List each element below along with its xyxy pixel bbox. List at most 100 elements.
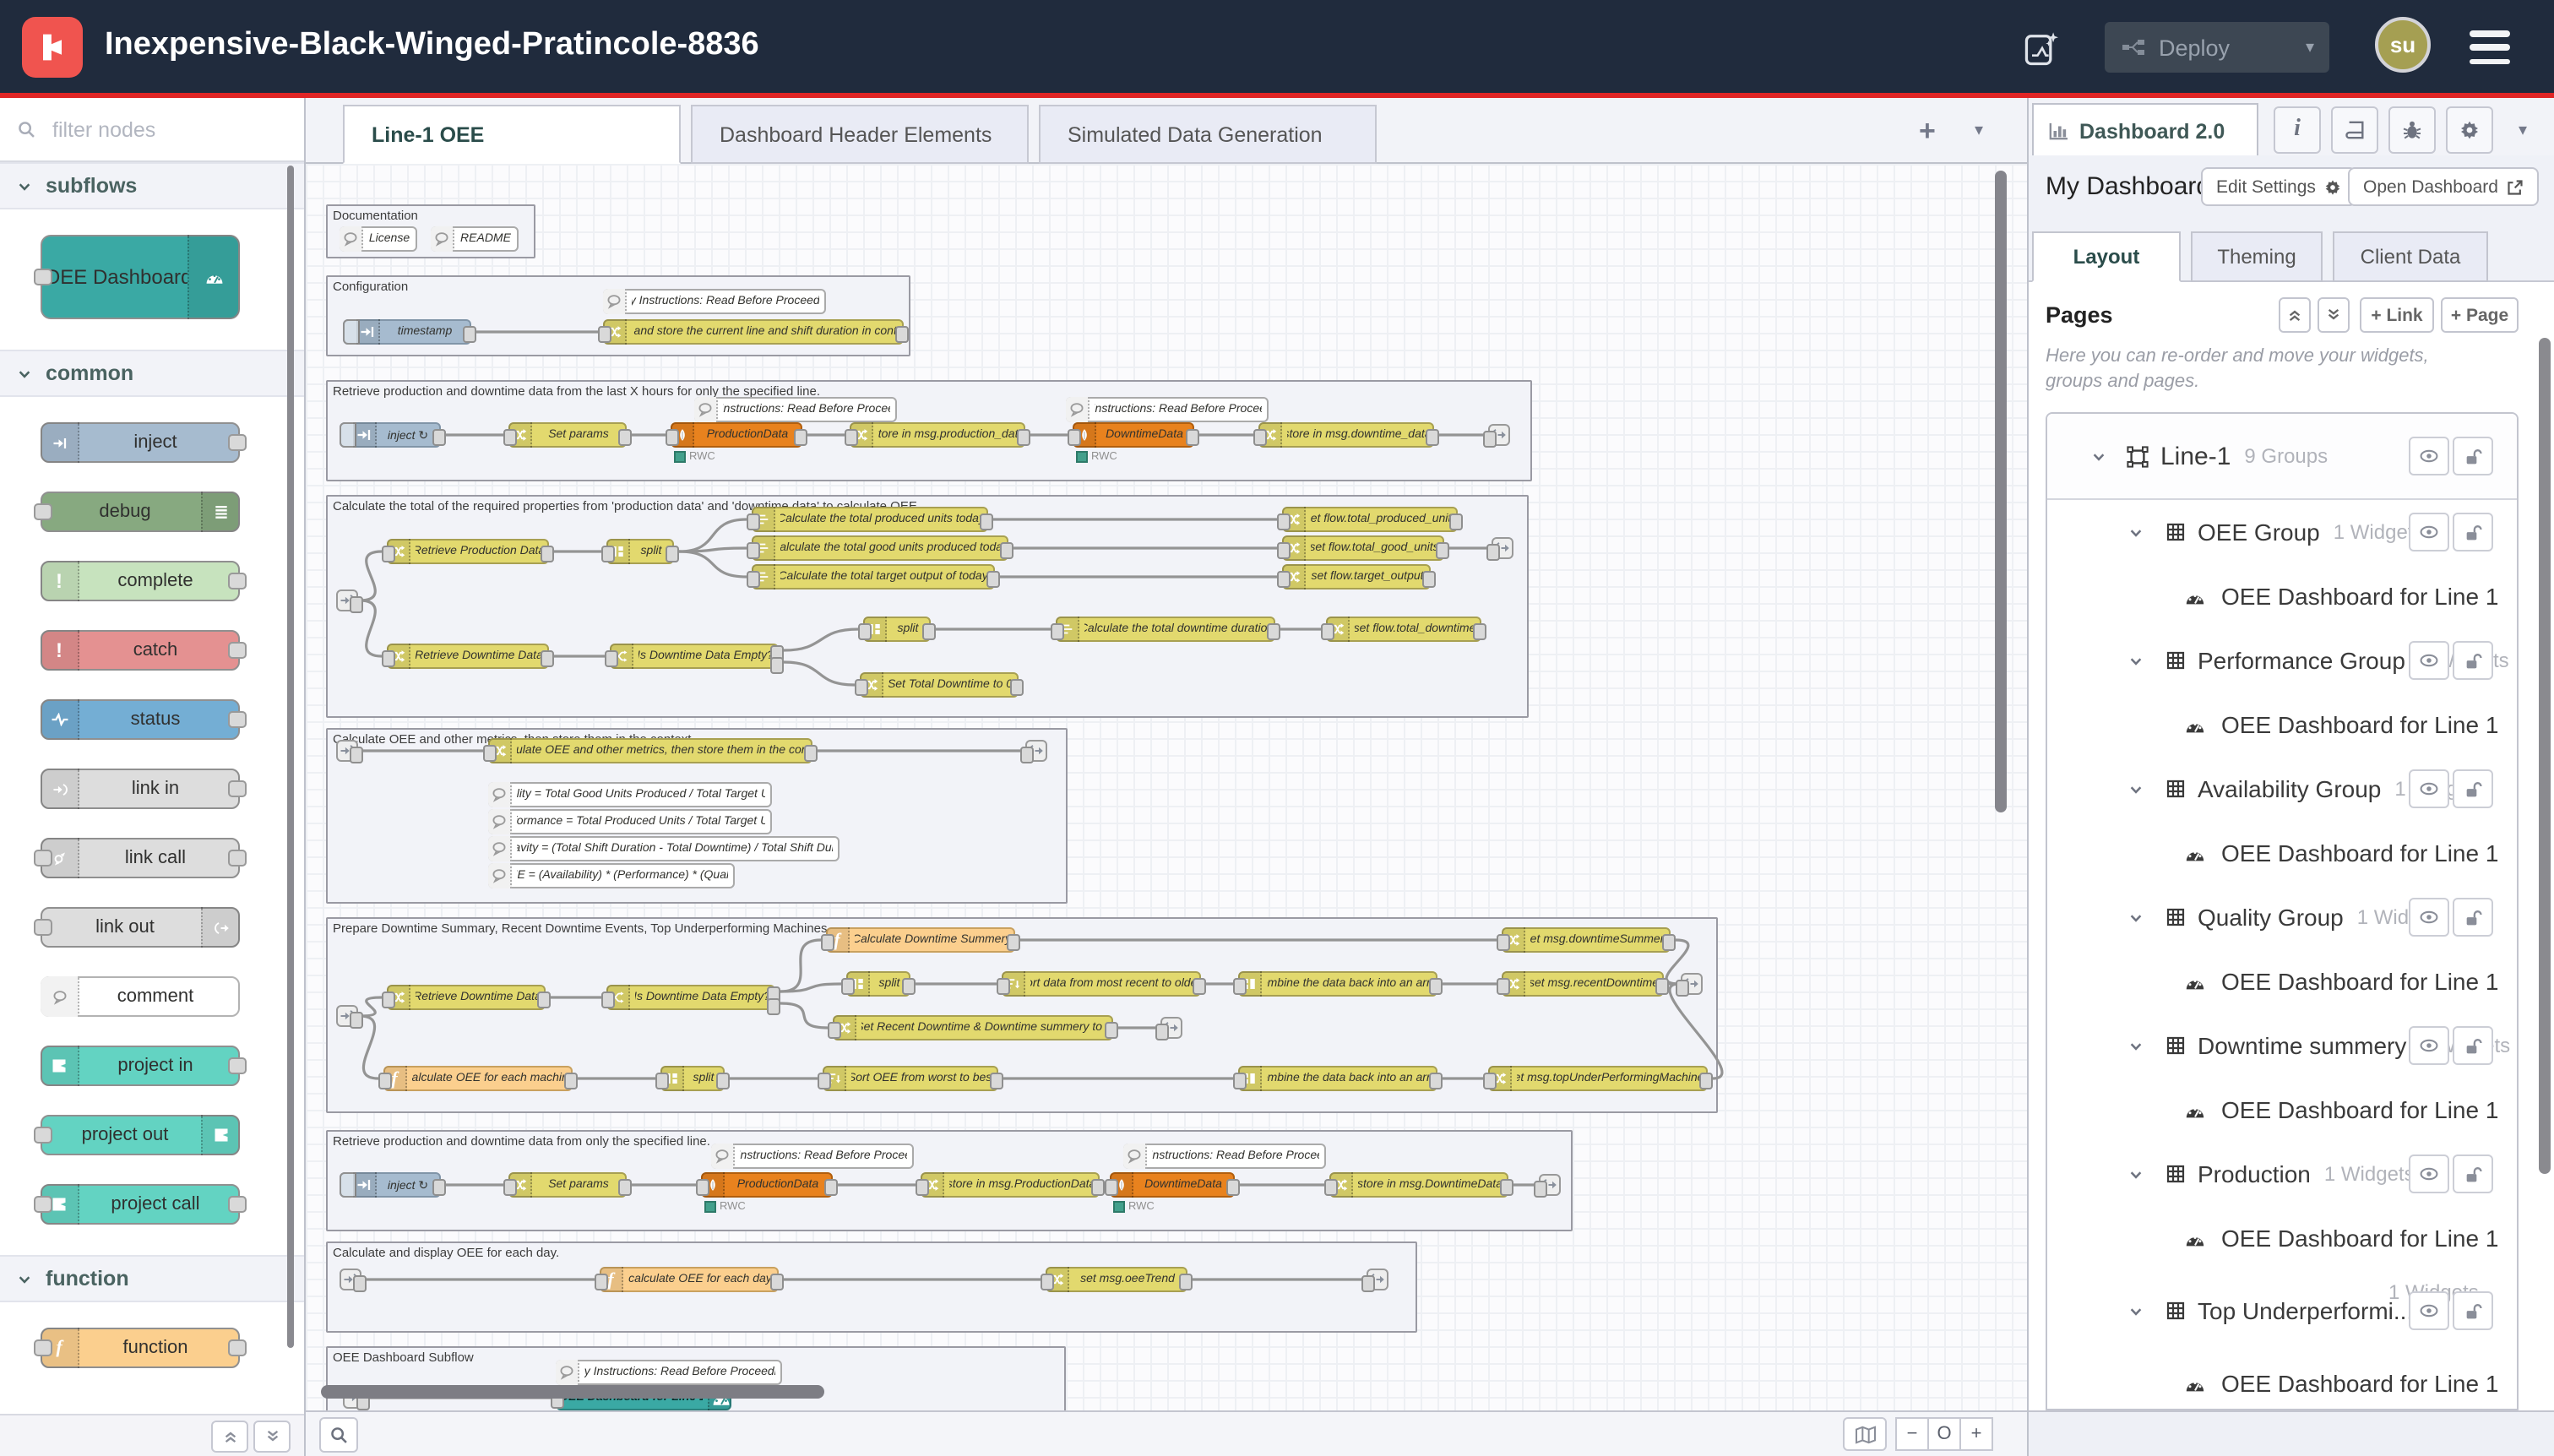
node-output-port[interactable] bbox=[980, 513, 993, 530]
node-output-port[interactable] bbox=[618, 429, 632, 446]
tree-group-row-top-underperformi[interactable]: Top Underperformi...1 Widgets bbox=[2047, 1270, 2517, 1351]
link-out-node[interactable] bbox=[1492, 537, 1513, 559]
tree-group-row-production[interactable]: Production1 Widgets bbox=[2047, 1142, 2517, 1206]
link-port[interactable] bbox=[1486, 544, 1500, 561]
change-node[interactable]: Set Total Downtime to 0 bbox=[860, 672, 1019, 698]
change-node[interactable]: Set Recent Downtime & Downtime summery t… bbox=[833, 1015, 1113, 1040]
node-input-port[interactable] bbox=[1324, 1179, 1338, 1196]
node-input-port[interactable] bbox=[855, 679, 868, 696]
node-output-port[interactable] bbox=[1429, 1073, 1443, 1089]
link-port[interactable] bbox=[353, 1275, 367, 1292]
node-output-port[interactable] bbox=[1091, 1179, 1105, 1196]
visibility-eye-icon[interactable] bbox=[2409, 1291, 2449, 1330]
node-output-port[interactable] bbox=[1179, 1274, 1193, 1290]
node-output-port[interactable] bbox=[716, 1073, 730, 1089]
node-input-port[interactable] bbox=[916, 1179, 929, 1196]
node-output-port[interactable] bbox=[1662, 934, 1676, 951]
visibility-eye-icon[interactable] bbox=[2409, 1026, 2449, 1065]
ai-assistant-icon[interactable] bbox=[2017, 24, 2068, 74]
node-input-port[interactable] bbox=[747, 513, 760, 530]
change-node[interactable]: set msg.recentDowntime bbox=[1502, 971, 1664, 997]
link-port[interactable] bbox=[1676, 980, 1689, 997]
flow-tab-line-1-oee[interactable]: Line-1 OEE bbox=[343, 105, 681, 164]
db-node[interactable]: DowntimeData bbox=[1073, 422, 1194, 448]
node-input-port[interactable] bbox=[1253, 429, 1267, 446]
inject-node[interactable]: inject ↻ bbox=[340, 1172, 441, 1198]
comment-node[interactable]: Performance = Total Produced Units / Tot… bbox=[488, 809, 772, 834]
node-output-port[interactable] bbox=[895, 326, 909, 343]
palette-section-common[interactable]: common bbox=[0, 350, 304, 397]
minimap-button[interactable] bbox=[1843, 1417, 1887, 1451]
expand-all-button[interactable] bbox=[2318, 297, 2350, 333]
comment-node[interactable]: OEE = (Availability) * (Performance) * (… bbox=[488, 863, 735, 888]
comment-node[interactable]: Key Instructions: Read Before Proceeding bbox=[694, 397, 897, 422]
node-output-port[interactable] bbox=[541, 650, 554, 667]
visibility-eye-icon[interactable] bbox=[2409, 1154, 2449, 1193]
flow-group-calculate-and-display-oee-for-each-day[interactable]: Calculate and display OEE for each day. bbox=[326, 1241, 1417, 1333]
help-book-icon[interactable] bbox=[2331, 106, 2378, 154]
node-output-port[interactable] bbox=[1017, 429, 1030, 446]
unlock-icon[interactable] bbox=[2453, 641, 2493, 680]
palette-filter[interactable] bbox=[0, 98, 304, 162]
tree-widget-row[interactable]: OEE Dashboard for Line 1 bbox=[2047, 1206, 2517, 1270]
node-output-port[interactable] bbox=[1226, 1179, 1240, 1196]
node-input-port[interactable] bbox=[747, 571, 760, 588]
sidebar-subtab-layout[interactable]: Layout bbox=[2032, 231, 2181, 282]
tree-group-row-performance-group[interactable]: Performance Group1 Widgets bbox=[2047, 628, 2517, 693]
node-input-port[interactable] bbox=[483, 745, 497, 762]
node-input-port[interactable] bbox=[34, 503, 52, 520]
zoom-in-button[interactable]: + bbox=[1959, 1417, 1993, 1451]
canvas-horizontal-scrollbar[interactable] bbox=[321, 1385, 824, 1399]
link-port[interactable] bbox=[350, 596, 363, 613]
user-avatar[interactable]: su bbox=[2375, 17, 2431, 73]
node-output-port[interactable] bbox=[1699, 1073, 1713, 1089]
node-output-port[interactable] bbox=[228, 1196, 247, 1213]
node-input-port[interactable] bbox=[997, 978, 1010, 995]
node-output-port[interactable] bbox=[228, 434, 247, 451]
node-output-port[interactable] bbox=[1655, 978, 1669, 995]
palette-scrollbar[interactable] bbox=[287, 166, 294, 1348]
link-out-node[interactable] bbox=[1025, 740, 1047, 762]
node-input-port[interactable] bbox=[503, 429, 517, 446]
node-output-port[interactable] bbox=[1449, 513, 1463, 530]
palette-node-project-in[interactable]: project in bbox=[41, 1046, 240, 1086]
node-output-port[interactable] bbox=[1426, 429, 1439, 446]
join-node[interactable]: Combine the data back into an array. bbox=[1238, 1066, 1437, 1091]
add-link-button[interactable]: + Link bbox=[2360, 297, 2434, 333]
change-node[interactable]: Calculate OEE and other metrics, then st… bbox=[488, 738, 812, 763]
node-input-port[interactable] bbox=[1277, 542, 1291, 559]
palette-node-inject[interactable]: inject bbox=[41, 422, 240, 463]
node-output-port[interactable] bbox=[564, 1073, 578, 1089]
comment-node[interactable]: Quality = Total Good Units Produced / To… bbox=[488, 782, 772, 807]
visibility-eye-icon[interactable] bbox=[2409, 437, 2449, 475]
node-output-port[interactable] bbox=[922, 623, 936, 640]
join-node[interactable]: Combine the data back into an array. bbox=[1238, 971, 1437, 997]
node-output-port[interactable] bbox=[1500, 1179, 1513, 1196]
link-port[interactable] bbox=[350, 747, 363, 763]
flow-tab-dashboard-header-elements[interactable]: Dashboard Header Elements bbox=[691, 105, 1029, 164]
tree-widget-row[interactable]: OEE Dashboard for Line 1 bbox=[2047, 564, 2517, 628]
node-input-port[interactable] bbox=[1068, 429, 1081, 446]
tree-widget-row[interactable]: OEE Dashboard for Line 1 bbox=[2047, 1351, 2517, 1410]
node-input-port[interactable] bbox=[601, 546, 615, 562]
unlock-icon[interactable] bbox=[2453, 513, 2493, 551]
comment-node[interactable]: README bbox=[431, 226, 519, 252]
tree-widget-row[interactable]: OEE Dashboard for Line 1 bbox=[2047, 821, 2517, 885]
inject-node[interactable]: inject ↻ bbox=[340, 422, 441, 448]
palette-node-status[interactable]: status bbox=[41, 699, 240, 740]
node-output-port[interactable] bbox=[1429, 978, 1443, 995]
node-output-port[interactable] bbox=[432, 429, 446, 446]
link-in-node[interactable] bbox=[336, 589, 358, 611]
link-out-node[interactable] bbox=[1367, 1269, 1388, 1290]
canvas-search-button[interactable] bbox=[319, 1416, 358, 1452]
node-input-port[interactable] bbox=[1483, 1073, 1497, 1089]
node-input-port[interactable] bbox=[1497, 934, 1510, 951]
tree-widget-row[interactable]: OEE Dashboard for Line 1 bbox=[2047, 949, 2517, 1013]
change-node[interactable]: set msg.oeeTrend bbox=[1046, 1267, 1187, 1292]
node-input-port[interactable] bbox=[34, 269, 52, 285]
node-output-port[interactable] bbox=[1000, 542, 1013, 559]
node-input-port[interactable] bbox=[605, 650, 618, 667]
db-node[interactable]: DowntimeData bbox=[1110, 1172, 1235, 1198]
flow-canvas[interactable]: DocumentationConfigurationRetrieve produ… bbox=[306, 164, 2027, 1410]
tree-widget-row[interactable]: OEE Dashboard for Line 1 bbox=[2047, 693, 2517, 757]
